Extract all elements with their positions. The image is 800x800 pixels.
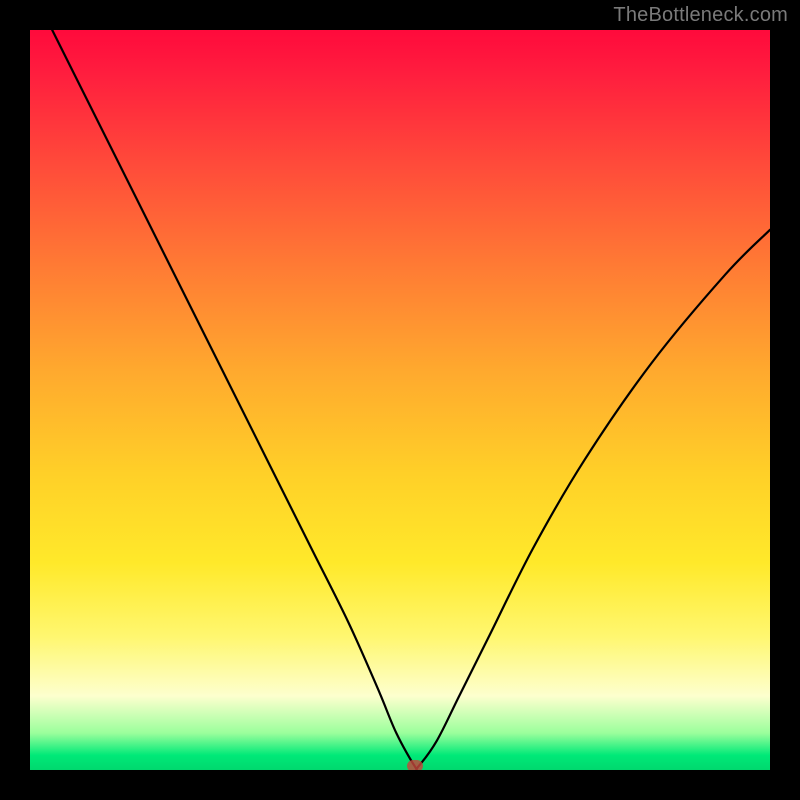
chart-frame: TheBottleneck.com xyxy=(0,0,800,800)
plot-area xyxy=(30,30,770,770)
watermark-label: TheBottleneck.com xyxy=(613,4,788,27)
bottleneck-curve xyxy=(30,30,770,770)
minimum-marker xyxy=(407,760,423,770)
